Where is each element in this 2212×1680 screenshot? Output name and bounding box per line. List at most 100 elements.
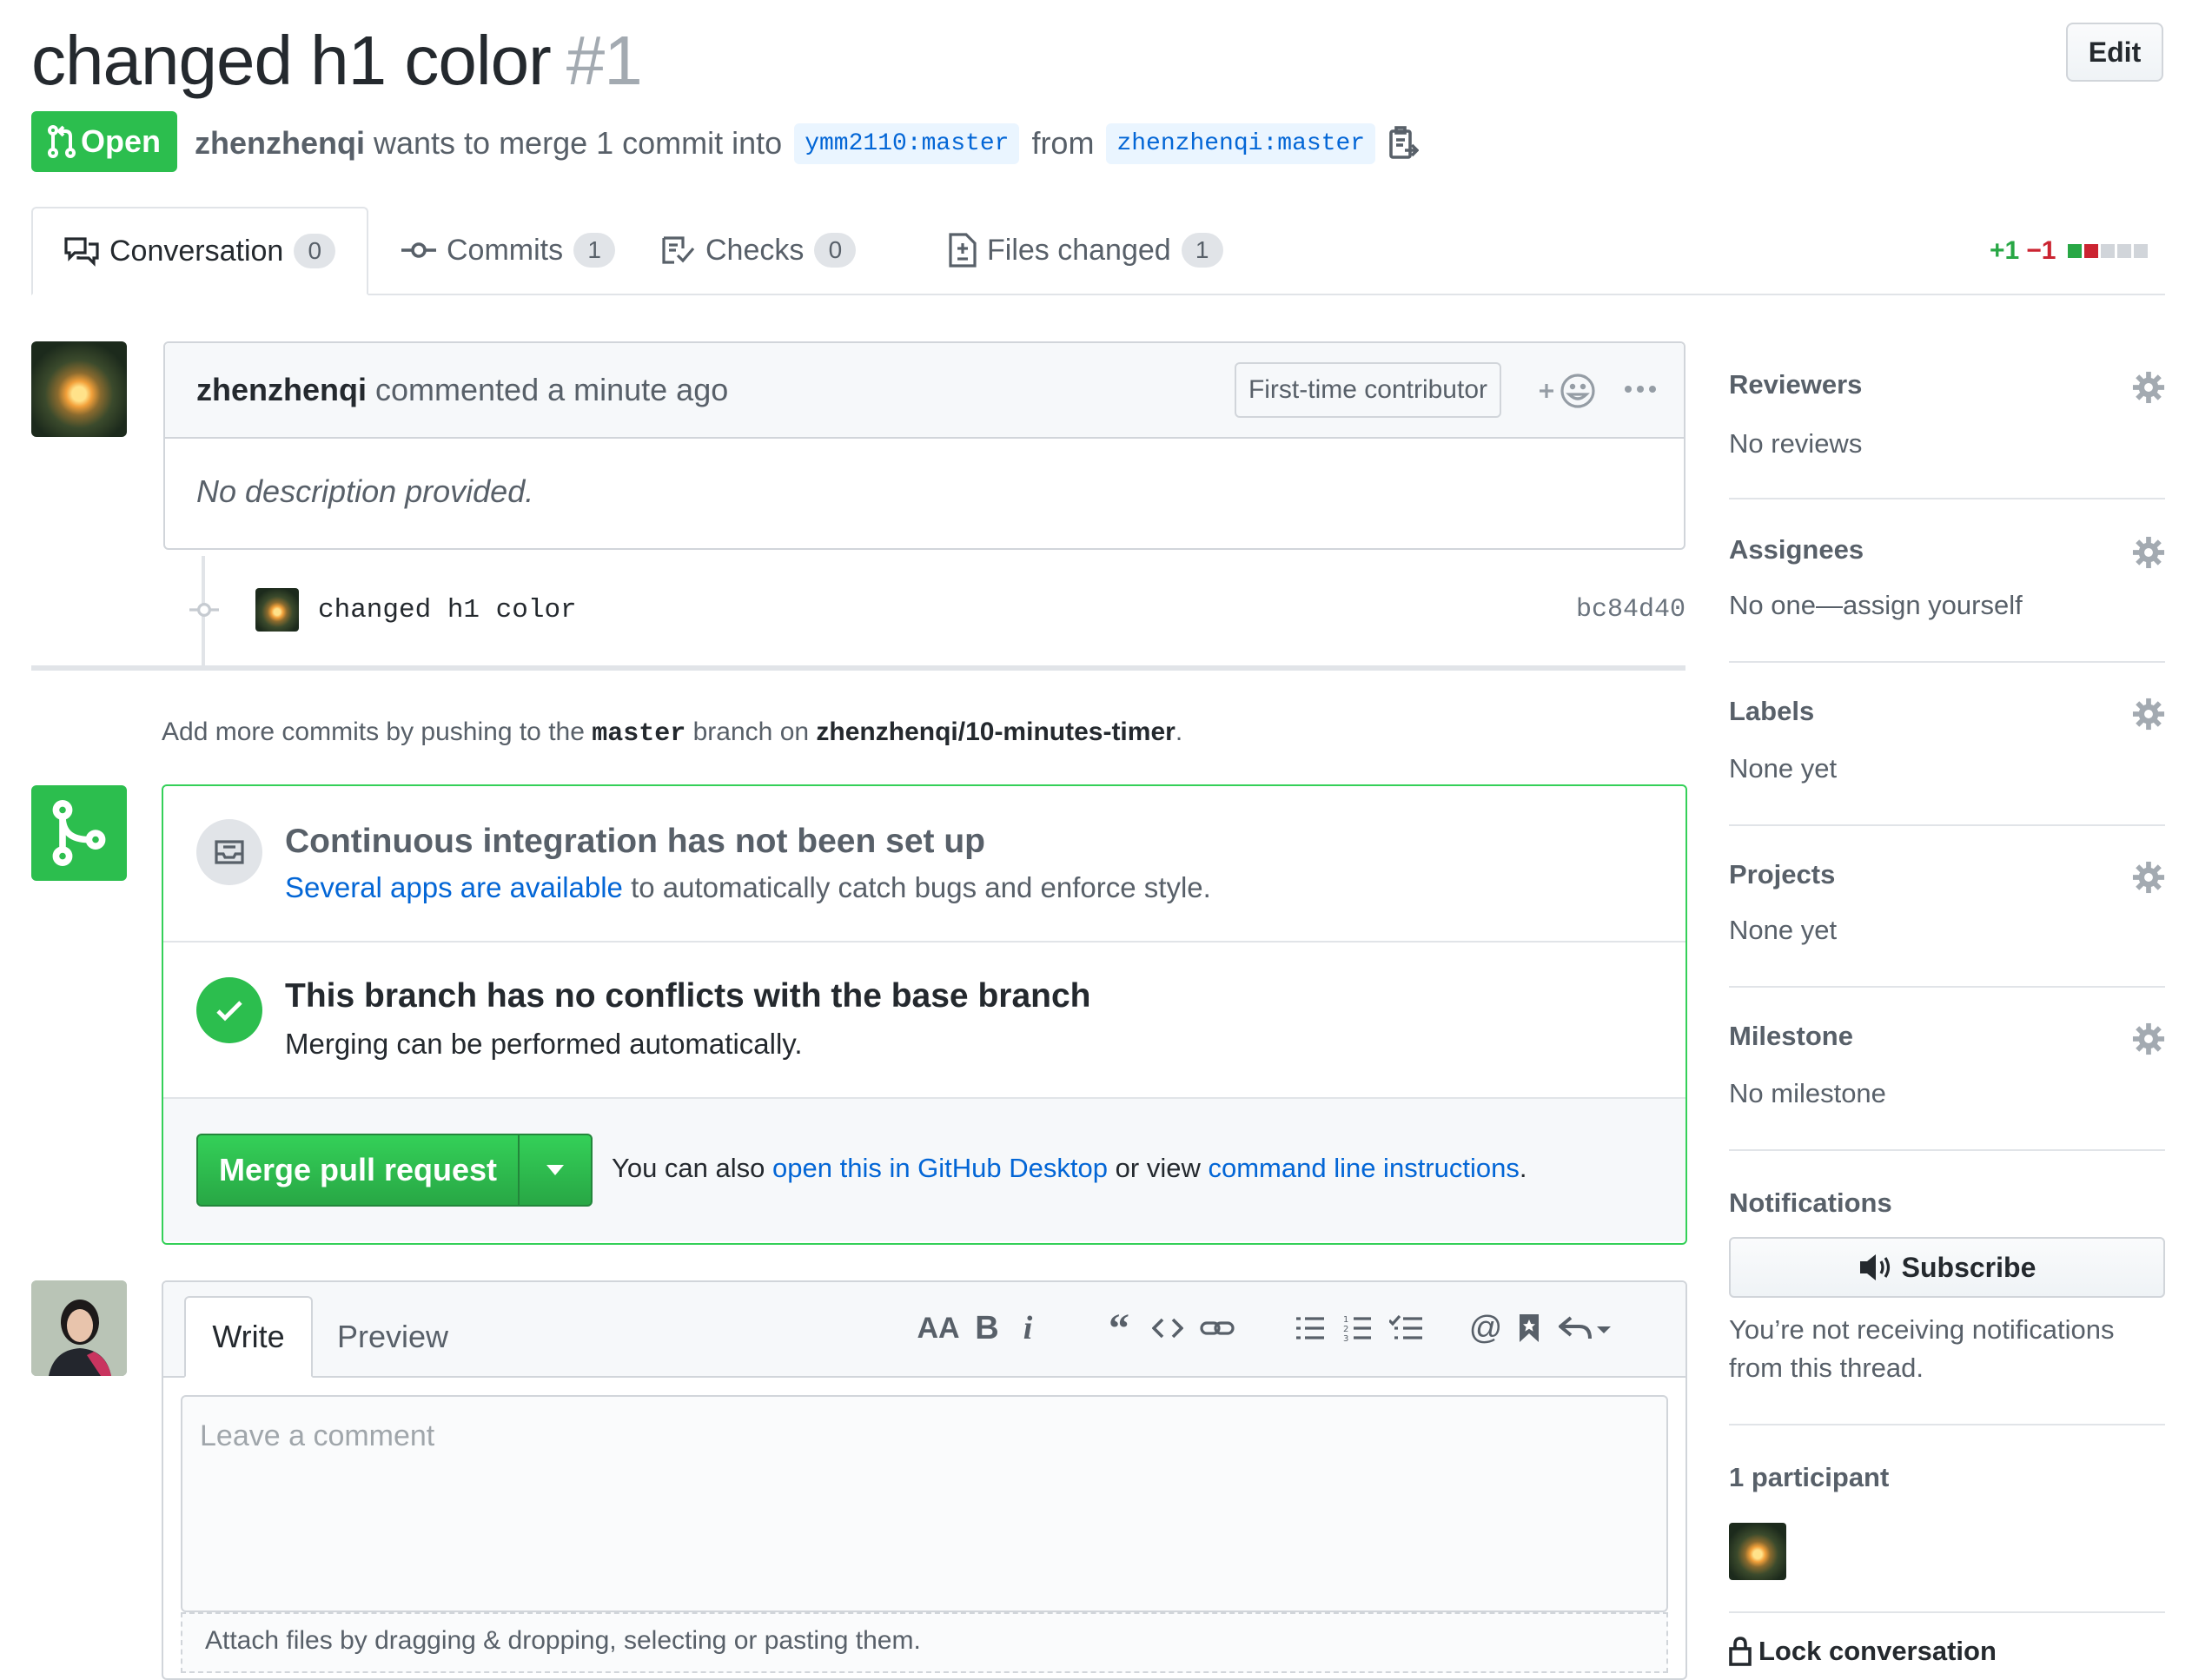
sidebar-title: Notifications	[1729, 1187, 1892, 1218]
avatar[interactable]	[31, 341, 127, 437]
state-badge: Open	[31, 111, 177, 172]
link-icon[interactable]	[1197, 1306, 1237, 1350]
tab-label: Files changed	[987, 233, 1171, 267]
timeline-divider	[31, 665, 1685, 671]
lock-icon	[1729, 1637, 1752, 1666]
comment-discussion-icon	[64, 237, 99, 267]
lock-conversation-link[interactable]: Lock conversation	[1729, 1636, 1997, 1667]
triangle-down-icon	[546, 1165, 564, 1175]
repo-name[interactable]: zhenzhenqi/10-minutes-timer	[816, 718, 1175, 746]
comment-action[interactable]: commented a minute ago	[375, 372, 728, 408]
tab-write[interactable]: Write	[184, 1296, 313, 1378]
tab-conversation[interactable]: Conversation 0	[31, 207, 369, 295]
add-more-middle: branch on	[692, 718, 810, 746]
edit-button[interactable]: Edit	[2066, 23, 2163, 82]
commit-sha[interactable]: bc84d40	[1576, 595, 1685, 625]
bookmark-icon[interactable]	[1513, 1306, 1545, 1350]
tab-commits[interactable]: Commits 1	[401, 207, 616, 294]
unordered-list-icon[interactable]	[1293, 1306, 1328, 1350]
svg-text:2: 2	[1343, 1325, 1348, 1334]
comment-form-header: Write Preview AA B i “ 123 @	[163, 1282, 1685, 1378]
sidebar-value: No milestone	[1729, 1078, 1886, 1108]
diffstat-block-add	[2068, 244, 2083, 258]
merge-text: wants to merge 1 commit into	[374, 125, 783, 161]
add-more-prefix: Add more commits by pushing to the	[162, 718, 585, 746]
pr-title: changed h1 color #1	[31, 17, 643, 104]
git-pull-request-icon	[47, 125, 76, 158]
sidebar-value: No reviews	[1729, 428, 1863, 459]
alt-prefix: You can also	[612, 1153, 765, 1183]
gear-icon[interactable]	[2132, 371, 2165, 404]
svg-text:3: 3	[1343, 1334, 1348, 1343]
sidebar-title[interactable]: Milestone	[1729, 1021, 1853, 1052]
tab-files-changed[interactable]: Files changed 1	[949, 207, 1223, 294]
subscribe-button[interactable]: Subscribe	[1729, 1237, 2165, 1298]
gear-icon[interactable]	[2132, 536, 2165, 569]
pr-author-link[interactable]: zhenzhenqi	[195, 125, 365, 162]
commit-avatar[interactable]	[255, 588, 299, 632]
from-text: from	[1031, 125, 1095, 161]
tab-checks[interactable]: Checks 0	[660, 207, 857, 294]
notifications-description: You’re not receiving notifications from …	[1729, 1311, 2114, 1387]
merge-button-group: Merge pull request	[196, 1134, 593, 1207]
diffstat-block-neutral	[2117, 244, 2132, 258]
italic-icon[interactable]: i	[1015, 1306, 1041, 1350]
mention-icon[interactable]: @	[1467, 1306, 1505, 1350]
bold-icon[interactable]: B	[971, 1306, 1003, 1350]
kebab-horizontal-icon[interactable]	[1623, 384, 1658, 394]
sidebar-title[interactable]: Assignees	[1729, 534, 1864, 566]
task-list-icon[interactable]	[1387, 1306, 1425, 1350]
new-comment-form: Write Preview AA B i “ 123 @ Leave a com…	[162, 1280, 1687, 1680]
bookmark-glyph	[1520, 1314, 1539, 1342]
attach-files-area[interactable]: Attach files by dragging & dropping, sel…	[181, 1612, 1668, 1673]
gear-icon[interactable]	[2132, 698, 2165, 731]
base-branch[interactable]: ymm2110:master	[794, 122, 1020, 164]
sidebar-assignees: Assignees No one—assign yourself	[1729, 499, 2165, 663]
sidebar-title[interactable]: Reviewers	[1729, 369, 1862, 400]
notifications-desc-line2: from this thread.	[1729, 1353, 1924, 1383]
sidebar-title[interactable]: Labels	[1729, 696, 1814, 727]
text-size-icon[interactable]: AA	[917, 1306, 959, 1350]
check-icon-circle	[196, 977, 262, 1043]
gear-icon[interactable]	[2132, 1022, 2165, 1055]
open-github-desktop-link[interactable]: open this in GitHub Desktop	[772, 1153, 1108, 1183]
merge-pull-request-button[interactable]: Merge pull request	[198, 1135, 520, 1205]
tab-preview[interactable]: Preview	[328, 1296, 457, 1378]
commit-message[interactable]: changed h1 color	[318, 595, 577, 625]
code-icon[interactable]	[1149, 1306, 1187, 1350]
diffstat-block-del	[2084, 244, 2099, 258]
pr-number: #1	[566, 22, 643, 99]
person-photo	[31, 1280, 127, 1376]
add-more-commits-note: Add more commits by pushing to the maste…	[162, 718, 1182, 749]
ordered-list-icon[interactable]: 123	[1340, 1306, 1374, 1350]
quote-icon[interactable]: “	[1100, 1306, 1138, 1352]
sidebar-title[interactable]: Projects	[1729, 859, 1835, 890]
notifications-desc-line1: You’re not receiving notifications	[1729, 1314, 2115, 1345]
head-branch[interactable]: zhenzhenqi:master	[1106, 122, 1376, 164]
reply-icon[interactable]	[1557, 1306, 1616, 1350]
add-reaction-icon[interactable]	[1538, 372, 1597, 410]
merge-status-icon	[31, 785, 127, 881]
assign-yourself-link[interactable]: No one—assign yourself	[1729, 590, 2023, 621]
checklist-icon	[662, 236, 695, 264]
command-line-instructions-link[interactable]: command line instructions	[1208, 1153, 1519, 1183]
clipboard-icon[interactable]	[1387, 126, 1420, 161]
conflict-description: Merging can be performed automatically.	[285, 1028, 803, 1060]
comment-author[interactable]: zhenzhenqi	[196, 372, 367, 408]
apps-available-link[interactable]: Several apps are available	[285, 871, 623, 903]
tab-counter: 1	[1181, 233, 1223, 268]
current-user-avatar[interactable]	[31, 1280, 127, 1376]
gear-icon[interactable]	[2132, 861, 2165, 894]
participant-avatar[interactable]	[1729, 1523, 1786, 1580]
diffstat-additions: +1	[1990, 236, 2020, 265]
code-glyph	[1152, 1318, 1183, 1339]
diffstat-deletions: −1	[2026, 236, 2056, 265]
sidebar-participants: 1 participant	[1729, 1425, 2165, 1613]
comment-header: zhenzhenqi commented a minute ago First-…	[165, 343, 1684, 439]
ol-glyph: 123	[1343, 1315, 1371, 1343]
comment-textarea[interactable]: Leave a comment	[181, 1395, 1668, 1612]
merge-method-dropdown[interactable]	[520, 1135, 591, 1205]
sidebar-title: 1 participant	[1729, 1462, 1890, 1492]
conflict-status-section: This branch has no conflicts with the ba…	[163, 943, 1685, 1099]
ci-description-rest: to automatically catch bugs and enforce …	[631, 871, 1211, 903]
